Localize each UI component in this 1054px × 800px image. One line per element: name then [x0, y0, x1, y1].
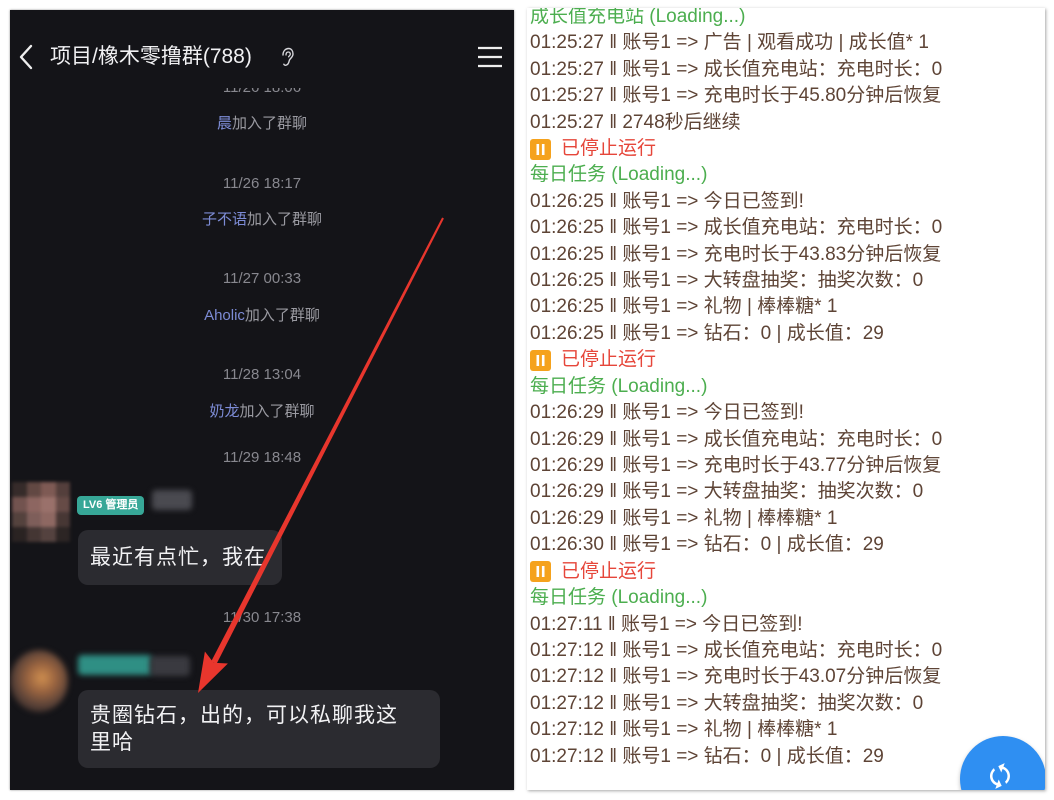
log-stopped-status: 已停止运行 [530, 347, 1045, 373]
log-stopped-status: 已停止运行 [530, 559, 1045, 585]
log-line: 01:25:27 ‖ 账号1 => 充电时长于45.80分钟后恢复 [530, 85, 942, 107]
timestamp: 11/26 18:17 [222, 175, 302, 192]
log-line: 01:26:29 ‖ 账号1 => 今日已签到! [530, 402, 804, 424]
log-stopped-status: 已停止运行 [530, 136, 1045, 162]
log-line: 01:27:12 ‖ 账号1 => 大转盘抽奖：抽奖次数：0 [530, 692, 924, 714]
member-name-link[interactable]: 子不语 [202, 211, 247, 228]
pause-icon [530, 561, 551, 583]
log-stopped-label: 已停止运行 [561, 349, 657, 371]
member-name-link[interactable]: 奶龙 [209, 403, 239, 420]
chat-header: 项目/橡木零撸群(788) [10, 10, 514, 88]
log-line: 01:27:11 ‖ 账号1 => 今日已签到! [530, 613, 803, 635]
log-line: 01:26:25 ‖ 账号1 => 大转盘抽奖：抽奖次数：0 [530, 270, 924, 292]
log-line: 01:25:27 ‖ 账号1 => 成长值充电站：充电时长：0 [530, 58, 943, 80]
log-section-title: 成长值充电站 (Loading...) [530, 8, 746, 27]
timestamp: 11/27 00:33 [222, 270, 302, 287]
message-timeline[interactable]: 11/26 18:06 晨加入了群聊 11/26 18:17 子不语加入了群聊 … [10, 88, 514, 790]
log-line: 01:26:30 ‖ 账号1 => 钻石：0 | 成长值：29 [530, 534, 884, 556]
hamburger-menu-icon[interactable] [477, 46, 503, 68]
chat-screen: 项目/橡木零撸群(788) 11/26 18:06 晨加入了群聊 11/26 1… [10, 10, 514, 790]
log-output: 成长值充电站 (Loading...) 01:25:27 ‖ 账号1 => 广告… [530, 8, 1045, 770]
group-title: 项目/橡木零撸群(788) [50, 45, 252, 68]
log-line: 01:26:25 ‖ 账号1 => 钻石：0 | 成长值：29 [530, 322, 884, 344]
log-line: 01:26:25 ‖ 账号1 => 今日已签到! [530, 190, 804, 212]
join-notice: Aholic加入了群聊 [10, 306, 514, 326]
log-line: 01:27:12 ‖ 账号1 => 礼物 | 棒棒糖* 1 [530, 719, 838, 741]
timestamp: 11/28 13:04 [222, 366, 302, 383]
chevron-left-icon[interactable] [18, 44, 34, 70]
sender-name-blurred [150, 656, 190, 676]
log-line: 01:26:25 ‖ 账号1 => 成长值充电站：充电时长：0 [530, 217, 943, 239]
message-bubble[interactable]: 最近有点忙，我在 [78, 530, 282, 585]
join-notice: 奶龙加入了群聊 [10, 402, 514, 422]
join-notice: 子不语加入了群聊 [10, 210, 514, 230]
join-notice-text: 加入了群聊 [244, 307, 320, 324]
sync-icon [990, 763, 1010, 789]
log-line: 01:26:25 ‖ 账号1 => 充电时长于43.83分钟后恢复 [530, 243, 942, 265]
avatar[interactable] [12, 482, 70, 542]
log-section-title: 每日任务 (Loading...) [530, 587, 708, 609]
admin-level-badge: LV6 管理员 [77, 496, 145, 515]
log-line: 01:27:12 ‖ 账号1 => 充电时长于43.07分钟后恢复 [530, 666, 942, 688]
timestamp: 11/26 18:06 [10, 88, 514, 98]
member-name-link[interactable]: Aholic [204, 307, 245, 324]
pause-icon [530, 138, 551, 160]
log-line: 01:27:12 ‖ 账号1 => 成长值充电站：充电时长：0 [530, 639, 943, 661]
message-item: 贵圈钻石，出的，可以私聊我这里哈 [10, 650, 514, 770]
message-item: LV6 管理员 最近有点忙，我在 [10, 482, 514, 586]
join-notice-text: 加入了群聊 [239, 403, 315, 420]
pause-icon [530, 350, 551, 371]
ear-icon [282, 47, 294, 66]
log-stopped-label: 已停止运行 [561, 560, 657, 582]
sender-name-blurred [78, 655, 152, 675]
log-line: 01:26:29 ‖ 账号1 => 礼物 | 棒棒糖* 1 [530, 507, 838, 529]
log-line: 01:25:27 ‖ 2748秒后继续 [530, 111, 741, 133]
avatar[interactable] [10, 650, 68, 712]
log-stopped-label: 已停止运行 [561, 137, 657, 159]
log-section-title: 每日任务 (Loading...) [530, 375, 708, 397]
sender-name-blurred [152, 490, 192, 510]
log-section-title: 每日任务 (Loading...) [530, 164, 708, 186]
log-screen: 成长值充电站 (Loading...) 01:25:27 ‖ 账号1 => 广告… [527, 8, 1045, 790]
log-line: 01:26:29 ‖ 账号1 => 充电时长于43.77分钟后恢复 [530, 454, 942, 476]
member-name-link[interactable]: 晨 [217, 115, 232, 132]
timestamp: 11/30 17:38 [222, 609, 302, 626]
log-line: 01:25:27 ‖ 账号1 => 广告 | 观看成功 | 成长值* 1 [530, 32, 929, 54]
timestamp: 11/29 18:48 [222, 449, 302, 466]
log-line: 01:26:29 ‖ 账号1 => 成长值充电站：充电时长：0 [530, 428, 943, 450]
log-line: 01:26:25 ‖ 账号1 => 礼物 | 棒棒糖* 1 [530, 296, 838, 318]
join-notice-text: 加入了群聊 [232, 115, 308, 132]
message-bubble[interactable]: 贵圈钻石，出的，可以私聊我这里哈 [78, 690, 440, 768]
join-notice: 晨加入了群聊 [10, 114, 514, 134]
log-line: 01:26:29 ‖ 账号1 => 大转盘抽奖：抽奖次数：0 [530, 481, 924, 503]
join-notice-text: 加入了群聊 [247, 211, 323, 228]
